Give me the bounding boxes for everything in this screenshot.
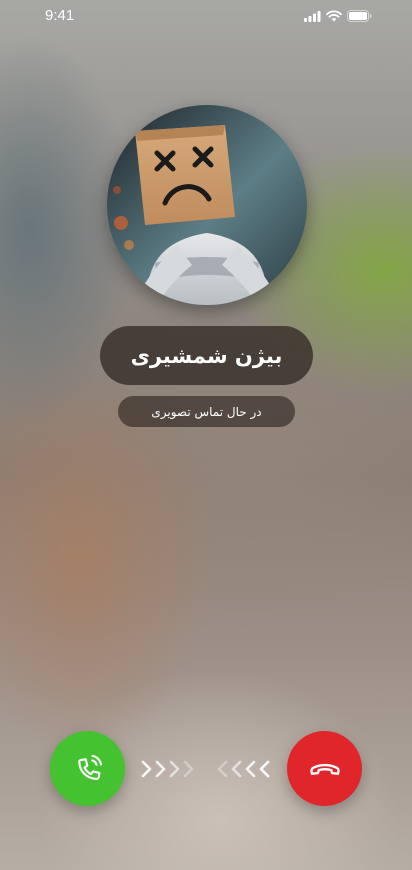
phone-hangup-icon bbox=[309, 763, 340, 775]
decline-call-button[interactable] bbox=[287, 731, 362, 806]
swipe-left-chevrons bbox=[217, 760, 270, 778]
accept-call-button[interactable] bbox=[50, 731, 125, 806]
phone-ringing-icon bbox=[77, 754, 102, 780]
signal-icon bbox=[304, 10, 321, 22]
swipe-right-chevrons bbox=[141, 760, 194, 778]
status-bar: 9:41 bbox=[0, 0, 412, 34]
caller-avatar bbox=[107, 105, 307, 305]
wifi-icon bbox=[326, 10, 342, 22]
call-status: در حال تماس تصویری bbox=[118, 396, 295, 427]
caller-name: بیژن شمشیری bbox=[100, 326, 313, 385]
status-time: 9:41 bbox=[45, 7, 75, 24]
battery-icon bbox=[347, 10, 372, 22]
status-icons bbox=[304, 10, 372, 22]
